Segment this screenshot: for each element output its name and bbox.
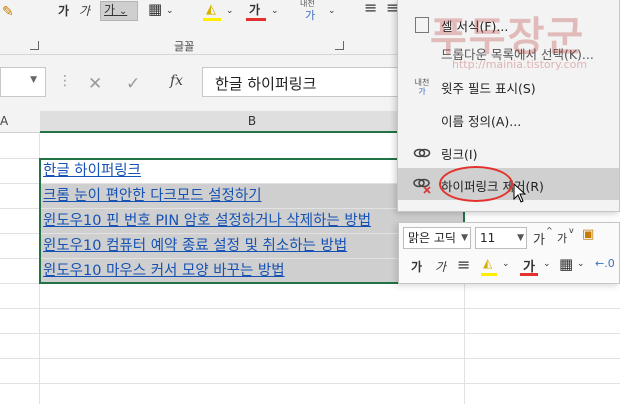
chevron-down-icon[interactable]: ▼ [461, 228, 468, 248]
mini-font-color-bar [520, 273, 538, 276]
underline-button[interactable]: 가 ⌄ [100, 1, 138, 21]
highlight-ellipse [439, 166, 513, 202]
chevron-down-icon[interactable]: ⌄ [543, 259, 551, 269]
phonetic-icon: 내천 가 [414, 78, 430, 96]
chevron-down-icon[interactable]: ⌄ [502, 259, 510, 269]
enter-icon[interactable]: ✓ [126, 74, 140, 94]
bold-button[interactable]: 가 [58, 3, 69, 19]
brush-icon[interactable]: ✎ [2, 4, 14, 20]
mini-fill-color-icon[interactable]: ◭ [483, 256, 492, 270]
mouse-cursor-icon [513, 183, 527, 203]
row-divider [0, 308, 620, 309]
mini-border-icon[interactable]: ▦ [559, 255, 573, 273]
caret-down-icon: v [569, 226, 574, 235]
chevron-down-icon[interactable]: ⌄ [119, 6, 127, 17]
mini-italic-button[interactable]: 가 [435, 258, 446, 275]
chevron-down-icon[interactable]: ⌄ [166, 3, 174, 19]
mini-font-name[interactable]: 맑은 고딕 ▼ [403, 227, 471, 249]
fill-color-bar [203, 18, 221, 21]
font-size-value: 11 [480, 231, 496, 245]
row-divider [0, 383, 620, 384]
remove-link-icon [412, 174, 432, 194]
grow-font-button[interactable]: 가 [533, 229, 545, 248]
watermark-url: http://mainia.tistory.com [452, 58, 588, 71]
underline-label: 가 [104, 3, 116, 17]
shrink-font-button[interactable]: 가 [557, 230, 567, 246]
menu-label: 윗주 필드 표시(S) [441, 81, 536, 96]
formula-buttons: ✕ ✓ fx [74, 67, 197, 97]
hyperlink-cell[interactable]: 윈도우10 마우스 커서 모양 바꾸는 방법 [43, 262, 285, 280]
cell-format-icon [415, 17, 429, 33]
phonetic-icon[interactable]: 가 [305, 8, 315, 24]
menu-item-link[interactable]: 링크(I) [398, 138, 619, 168]
menu-label: 이름 정의(A)... [441, 114, 522, 129]
chevron-down-icon[interactable]: ▼ [517, 228, 524, 248]
border-icon[interactable]: ▦ [148, 1, 162, 17]
hyperlink-cell[interactable]: 크롬 눈이 편안한 다크모드 설정하기 [43, 187, 262, 205]
name-box[interactable]: ▼ [0, 67, 46, 97]
chevron-down-icon[interactable]: ⌄ [328, 3, 336, 19]
align-left-icon[interactable]: ≡ [364, 0, 377, 16]
mini-fill-bar [481, 273, 497, 276]
formula-content: 한글 하이퍼링크 [215, 75, 317, 93]
menu-item-define-name[interactable]: 이름 정의(A)... [398, 105, 619, 135]
mini-bold-button[interactable]: 가 [411, 258, 422, 275]
link-icon [412, 143, 432, 163]
font-color-button[interactable]: 가 [249, 2, 260, 18]
caret-up-icon: ^ [546, 226, 553, 235]
hyperlink-cell[interactable]: 윈도우10 핀 번호 PIN 암호 설정하거나 삭제하는 방법 [43, 212, 371, 230]
format-painter-icon[interactable]: ▣ [582, 227, 594, 242]
font-launcher-icon[interactable] [335, 41, 344, 50]
font-group-label: 글꼴 [174, 40, 195, 53]
formula-input[interactable]: 한글 하이퍼링크 [202, 67, 398, 97]
clipboard-launcher-icon[interactable] [30, 41, 39, 50]
italic-button[interactable]: 가 [79, 3, 90, 19]
column-header-b-label: B [247, 114, 257, 128]
mini-toolbar: 맑은 고딕 ▼ 11 ▼ 가 ^ 가 v ▣ 가 가 ≡ ◭ ⌄ 가 ⌄ ▦ ⌄… [398, 222, 620, 284]
fx-icon[interactable]: fx [170, 73, 183, 89]
chevron-down-icon[interactable]: ⌄ [226, 3, 234, 19]
chevron-down-icon[interactable]: ▼ [30, 75, 37, 85]
mini-decrease-decimal-icon[interactable]: ←.0 [595, 257, 615, 270]
menu-label: 링크(I) [441, 147, 478, 162]
chevron-down-icon[interactable]: ⌄ [271, 3, 279, 19]
cancel-icon[interactable]: ✕ [88, 74, 102, 94]
font-name-value: 맑은 고딕 [408, 231, 456, 245]
menu-item-show-phonetic[interactable]: 내천 가 윗주 필드 표시(S) [398, 72, 619, 102]
row-divider [0, 358, 620, 359]
column-header-a[interactable]: A [0, 114, 8, 128]
font-color-bar [246, 18, 266, 21]
fill-color-icon[interactable]: ◭ [206, 2, 216, 18]
mini-align-icon[interactable]: ≡ [457, 255, 470, 274]
row-divider [0, 333, 620, 334]
hyperlink-cell[interactable]: 한글 하이퍼링크 [43, 162, 141, 180]
chevron-down-icon[interactable]: ⌄ [577, 259, 585, 269]
phonetic-glyph: 내천 [414, 78, 430, 87]
hyperlink-cell[interactable]: 윈도우10 컴퓨터 예약 종료 설정 및 취소하는 방법 [43, 237, 347, 255]
mini-font-size[interactable]: 11 ▼ [475, 227, 527, 249]
grip-icon: ⋮ [58, 73, 72, 89]
watermark-logo: 푸두장군 [430, 14, 586, 60]
